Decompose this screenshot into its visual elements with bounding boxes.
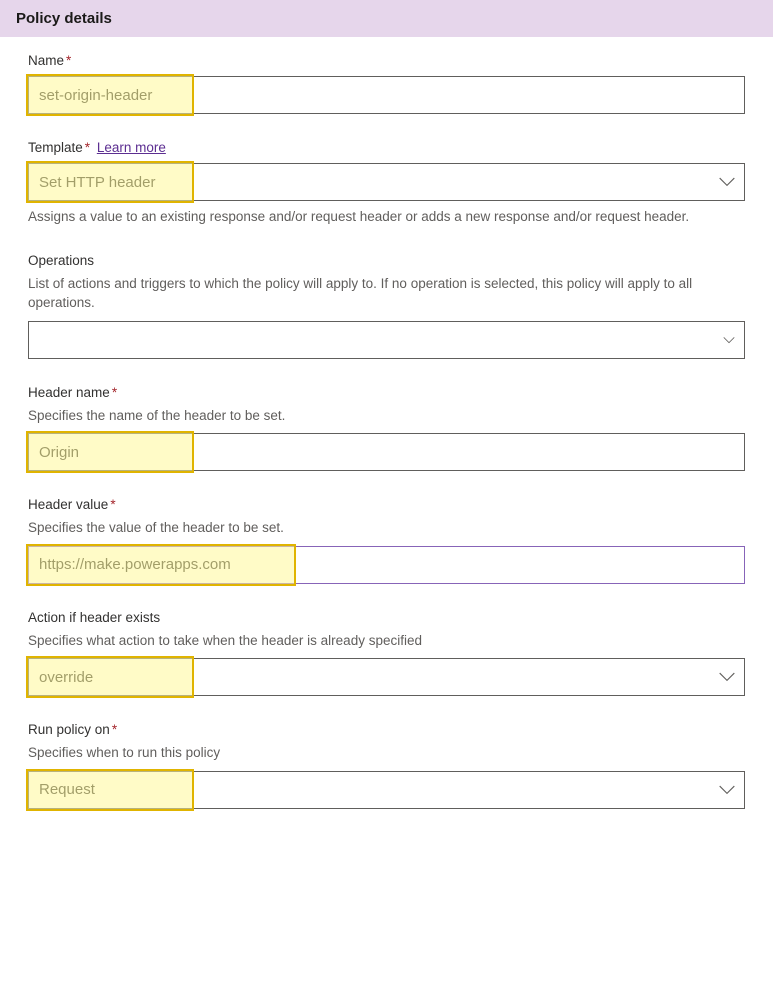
field-name: Name* bbox=[28, 53, 745, 114]
template-dropdown[interactable]: Set HTTP header bbox=[28, 163, 745, 201]
field-header-name: Header name* Specifies the name of the h… bbox=[28, 385, 745, 472]
field-header-value: Header value* Specifies the value of the… bbox=[28, 497, 745, 584]
run-on-desc: Specifies when to run this policy bbox=[28, 743, 745, 763]
template-label: Template bbox=[28, 140, 83, 155]
header-value-label-row: Header value* bbox=[28, 497, 745, 512]
form-body: Name* Template* Learn more Set HTTP head… bbox=[0, 37, 773, 843]
field-run-on: Run policy on* Specifies when to run thi… bbox=[28, 722, 745, 809]
run-on-label: Run policy on bbox=[28, 722, 110, 737]
operations-dropdown[interactable] bbox=[28, 321, 745, 359]
header-value-label: Header value bbox=[28, 497, 108, 512]
learn-more-link[interactable]: Learn more bbox=[97, 140, 166, 155]
required-asterisk: * bbox=[85, 140, 90, 155]
required-asterisk: * bbox=[112, 722, 117, 737]
operations-label-row: Operations bbox=[28, 253, 745, 268]
run-on-value: Request bbox=[29, 772, 744, 808]
operations-desc: List of actions and triggers to which th… bbox=[28, 274, 745, 313]
action-exists-label: Action if header exists bbox=[28, 610, 160, 625]
field-operations: Operations List of actions and triggers … bbox=[28, 253, 745, 359]
action-exists-label-row: Action if header exists bbox=[28, 610, 745, 625]
field-template: Template* Learn more Set HTTP header Ass… bbox=[28, 140, 745, 227]
section-title: Policy details bbox=[16, 10, 112, 27]
required-asterisk: * bbox=[110, 497, 115, 512]
run-on-label-row: Run policy on* bbox=[28, 722, 745, 737]
header-name-input-wrapper bbox=[28, 433, 745, 471]
name-input[interactable] bbox=[29, 77, 744, 113]
required-asterisk: * bbox=[66, 53, 71, 68]
header-value-desc: Specifies the value of the header to be … bbox=[28, 518, 745, 538]
required-asterisk: * bbox=[112, 385, 117, 400]
template-label-row: Template* Learn more bbox=[28, 140, 745, 155]
action-exists-value: override bbox=[29, 659, 744, 695]
name-input-wrapper bbox=[28, 76, 745, 114]
template-value: Set HTTP header bbox=[29, 164, 744, 200]
name-label-row: Name* bbox=[28, 53, 745, 68]
header-value-input-wrapper bbox=[28, 546, 745, 584]
action-exists-desc: Specifies what action to take when the h… bbox=[28, 631, 745, 651]
action-exists-dropdown[interactable]: override bbox=[28, 658, 745, 696]
header-value-input[interactable] bbox=[29, 547, 744, 583]
header-name-input[interactable] bbox=[29, 434, 744, 470]
template-desc: Assigns a value to an existing response … bbox=[28, 207, 745, 227]
header-name-label: Header name bbox=[28, 385, 110, 400]
operations-value bbox=[29, 322, 744, 358]
header-name-desc: Specifies the name of the header to be s… bbox=[28, 406, 745, 426]
header-name-label-row: Header name* bbox=[28, 385, 745, 400]
run-on-dropdown[interactable]: Request bbox=[28, 771, 745, 809]
section-header: Policy details bbox=[0, 0, 773, 37]
field-action-exists: Action if header exists Specifies what a… bbox=[28, 610, 745, 697]
name-label: Name bbox=[28, 53, 64, 68]
operations-label: Operations bbox=[28, 253, 94, 268]
